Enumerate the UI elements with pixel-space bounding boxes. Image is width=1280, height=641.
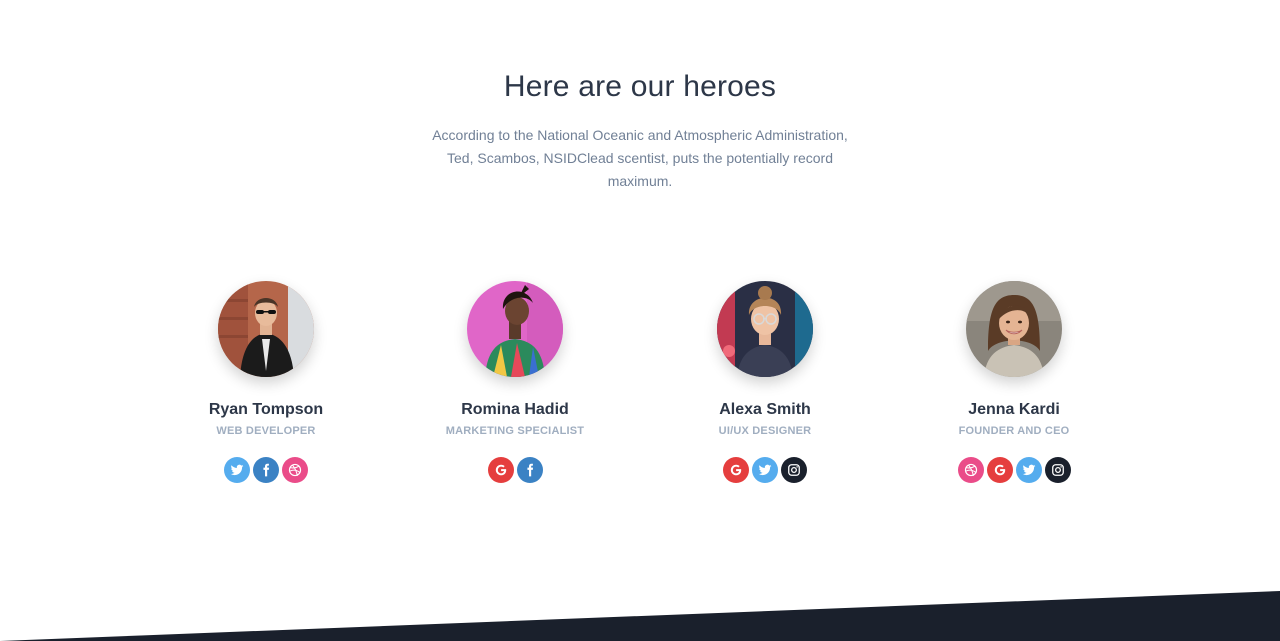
google-button[interactable]: [723, 457, 749, 483]
team-section: Here are our heroes According to the Nat…: [0, 0, 1280, 641]
twitter-icon: [230, 463, 244, 477]
member-name: Ryan Tompson: [208, 401, 324, 418]
team-member-ryan-tompson: Ryan Tompson WEB DEVELOPER: [141, 281, 391, 483]
social-links: [141, 457, 391, 483]
twitter-icon: [1022, 463, 1036, 477]
social-links: [390, 457, 640, 483]
member-role: WEB DEVELOPER: [216, 425, 316, 437]
team-member-jenna-kardi: Jenna Kardi FOUNDER AND CEO: [889, 281, 1139, 483]
member-name: Jenna Kardi: [968, 401, 1060, 418]
instagram-button[interactable]: [1044, 457, 1071, 483]
twitter-button[interactable]: [1015, 457, 1042, 483]
section-subtitle: According to the National Oceanic and At…: [432, 127, 848, 189]
team-list: Ryan Tompson WEB DEVELOPER Romina Hadid …: [0, 281, 1280, 501]
social-links: [889, 457, 1139, 483]
avatar: [717, 281, 813, 377]
team-member-romina-hadid: Romina Hadid MARKETING SPECIALIST: [390, 281, 640, 483]
footer-divider: [0, 591, 1280, 641]
instagram-icon: [787, 463, 801, 477]
member-role: FOUNDER AND CEO: [958, 425, 1070, 437]
instagram-button[interactable]: [781, 457, 807, 483]
facebook-button[interactable]: [516, 457, 543, 483]
member-name: Romina Hadid: [461, 401, 569, 418]
member-role: MARKETING SPECIALIST: [445, 425, 585, 437]
facebook-icon: [523, 463, 537, 477]
section-title: Here are our heroes: [503, 70, 777, 103]
member-name: Alexa Smith: [719, 401, 811, 418]
twitter-button[interactable]: [224, 457, 250, 483]
avatar: [966, 281, 1062, 377]
avatar: [218, 281, 314, 377]
twitter-icon: [758, 463, 772, 477]
avatar: [467, 281, 563, 377]
google-icon: [993, 463, 1007, 477]
dribbble-button[interactable]: [957, 457, 984, 483]
dribbble-icon: [288, 463, 302, 477]
google-icon: [494, 463, 508, 477]
dribbble-icon: [964, 463, 978, 477]
member-role: UI/UX DESIGNER: [718, 425, 812, 437]
team-member-alexa-smith: Alexa Smith UI/UX DESIGNER: [640, 281, 890, 483]
google-button[interactable]: [986, 457, 1013, 483]
instagram-icon: [1051, 463, 1065, 477]
social-links: [640, 457, 890, 483]
google-button[interactable]: [487, 457, 514, 483]
google-icon: [729, 463, 743, 477]
facebook-icon: [259, 463, 273, 477]
facebook-button[interactable]: [253, 457, 279, 483]
dribbble-button[interactable]: [282, 457, 308, 483]
twitter-button[interactable]: [752, 457, 778, 483]
